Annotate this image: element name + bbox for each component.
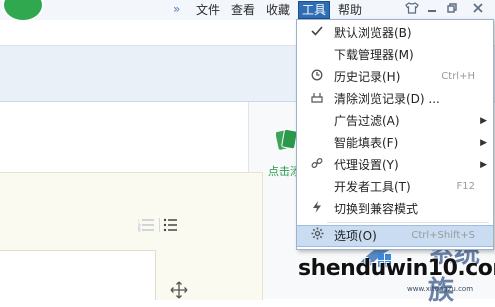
browser-logo — [2, 0, 44, 22]
menu-view[interactable]: 查看 — [231, 2, 255, 18]
menu-item-history[interactable]: 历史记录(H) Ctrl+H — [297, 66, 493, 88]
submenu-arrow-icon: ▶ — [480, 138, 487, 148]
watermark-subtext: www.xitongzu.com — [407, 285, 474, 293]
eraser-icon — [309, 88, 325, 110]
minimize-icon[interactable] — [424, 2, 440, 18]
numbered-list-icon[interactable] — [137, 217, 178, 237]
submenu-arrow-icon: ▶ — [480, 116, 487, 126]
lightning-icon — [309, 198, 325, 220]
menu-tools[interactable]: 工具 — [298, 1, 331, 19]
menu-file[interactable]: 文件 — [196, 2, 220, 18]
clock-icon — [309, 66, 325, 88]
restore-icon[interactable] — [444, 2, 460, 18]
submenu-arrow-icon: ▶ — [480, 160, 487, 170]
move-icon[interactable] — [170, 281, 188, 303]
cards-icon[interactable] — [275, 127, 298, 153]
menu-item-options[interactable]: 选项(O) Ctrl+Shift+S — [297, 225, 493, 247]
menu-bar: » 文件 查看 收藏 工具 帮助 — [0, 0, 495, 22]
menu-help[interactable]: 帮助 — [338, 2, 362, 18]
menu-item-ad-filter[interactable]: 广告过滤(A) ▶ — [297, 110, 493, 132]
gear-icon — [309, 226, 325, 246]
menu-overflow-chevron[interactable]: » — [173, 2, 180, 16]
editor-inner-box[interactable] — [0, 250, 156, 300]
menu-item-compat-mode[interactable]: 切换到兼容模式 — [297, 198, 493, 220]
menu-separator — [327, 222, 489, 223]
watermark-text: shenduwin10.com — [298, 256, 495, 281]
menu-item-download-manager[interactable]: 下载管理器(M) — [297, 44, 493, 66]
link-icon — [309, 154, 325, 176]
shirt-icon[interactable] — [404, 2, 420, 18]
menu-favorites[interactable]: 收藏 — [266, 2, 290, 18]
menu-item-developer-tools[interactable]: 开发者工具(T) F12 — [297, 176, 493, 198]
menu-item-default-browser[interactable]: 默认浏览器(B) — [297, 22, 493, 44]
menu-item-clear-history[interactable]: 清除浏览记录(D) ... — [297, 88, 493, 110]
close-icon[interactable] — [470, 2, 486, 18]
menu-item-smart-form-fill[interactable]: 智能填表(F) ▶ — [297, 132, 493, 154]
checkmark-icon — [309, 22, 325, 44]
menu-item-proxy-settings[interactable]: 代理设置(Y) ▶ — [297, 154, 493, 176]
tools-dropdown-menu: 默认浏览器(B) 下载管理器(M) 历史记录(H) Ctrl+H 清除浏览记录(… — [296, 19, 494, 250]
